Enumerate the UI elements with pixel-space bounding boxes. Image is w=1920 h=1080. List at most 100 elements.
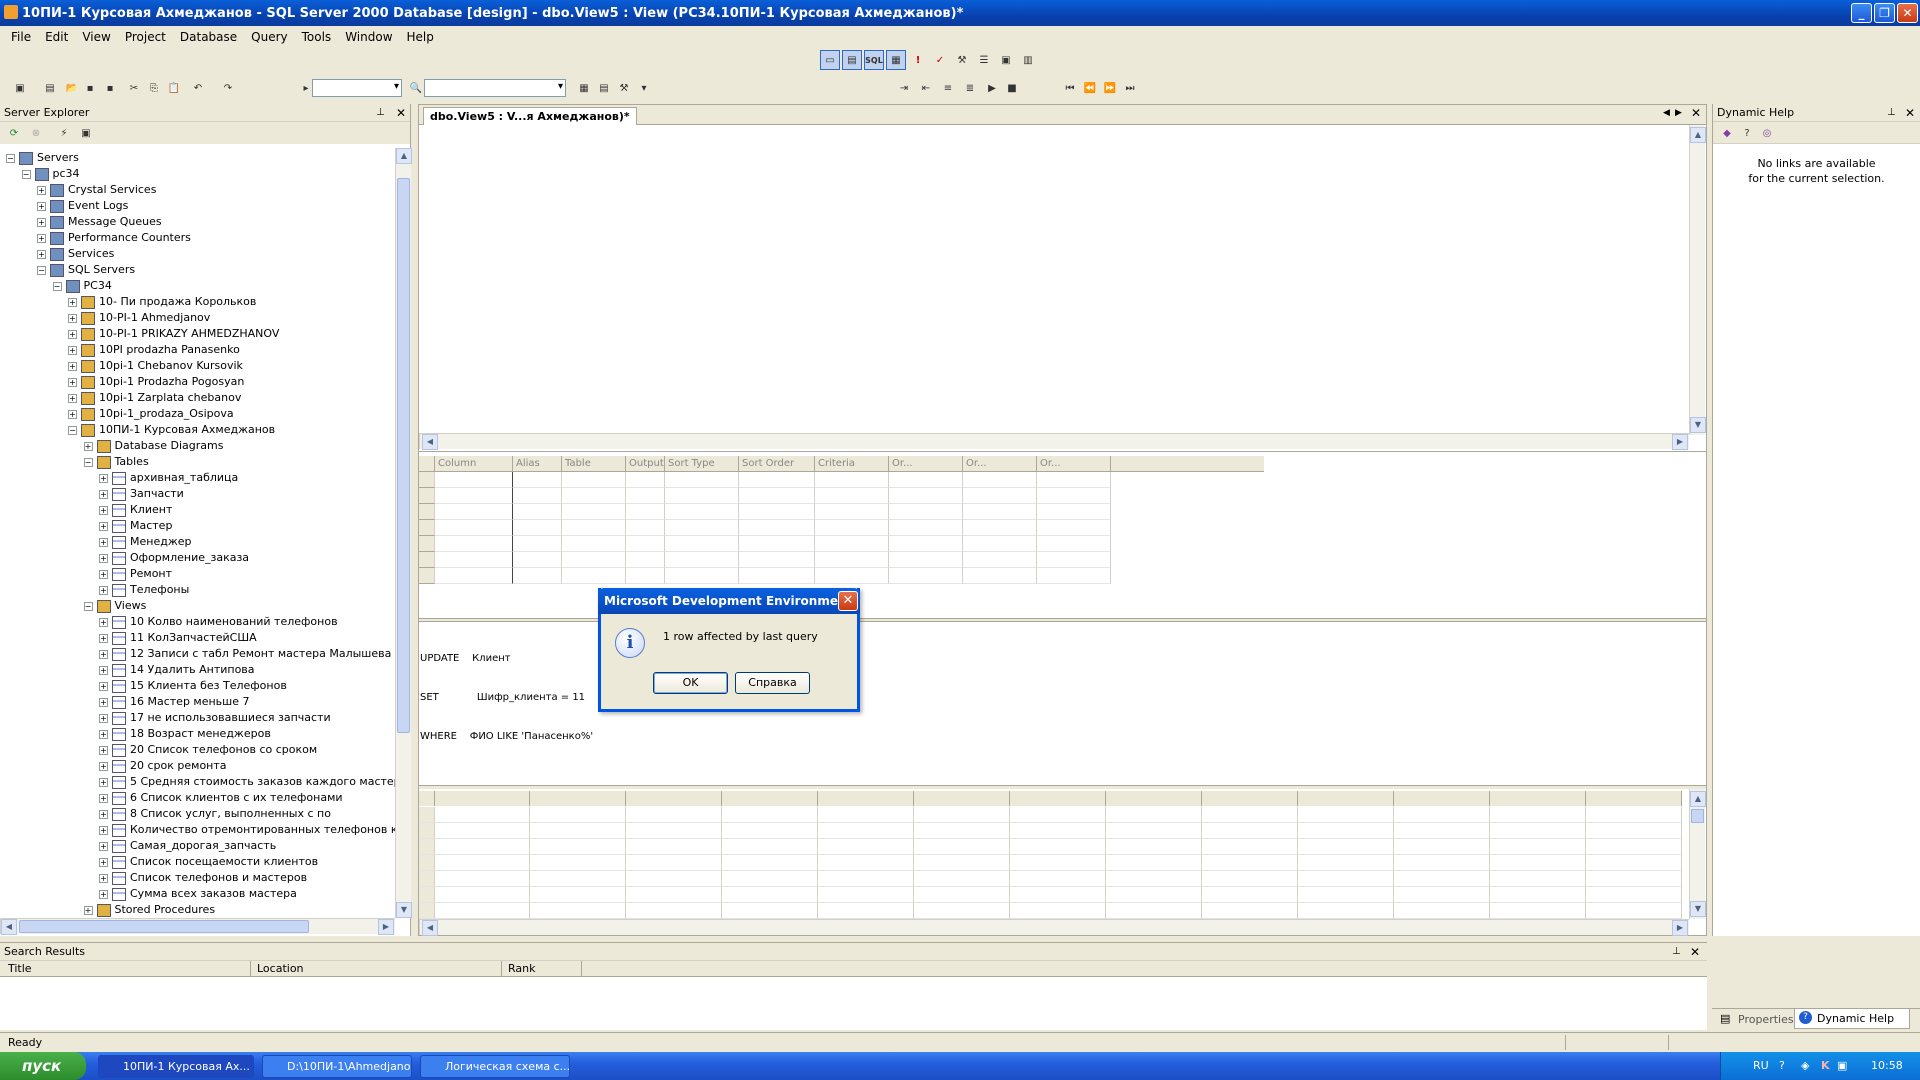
tree-node[interactable]: +10- Пи продажа Корольков [68,294,256,310]
grid-cell[interactable] [626,568,665,584]
grid-cell[interactable] [665,504,739,520]
diagram-vertical-scrollbar[interactable]: ▲ ▼ [1689,125,1706,435]
expand-icon[interactable]: + [99,857,108,867]
scroll-left-icon[interactable]: ◀ [422,920,438,936]
tree-node[interactable]: + Event Logs [37,198,128,214]
result-cell[interactable] [1490,887,1586,903]
tree-node[interactable]: +5 Средняя стоимость заказов каждого мас… [99,774,395,790]
grid-cell[interactable] [562,568,626,584]
grid-cell[interactable] [815,504,889,520]
tree-node[interactable]: +6 Список клиентов с их телефонами [99,790,343,806]
save-all-icon[interactable]: ▪ [100,78,120,98]
pin-icon[interactable]: ⊥ [1887,107,1896,118]
results-vertical-scrollbar[interactable]: ▲ ▼ [1689,789,1706,919]
network-tray-icon[interactable]: ▣ [1837,1052,1847,1080]
column-header[interactable]: Rank [502,961,582,977]
grid-cell[interactable] [963,472,1037,488]
grid-cell[interactable] [562,472,626,488]
grid-cell[interactable] [435,536,513,552]
grid-cell[interactable] [562,504,626,520]
tree-node[interactable]: + Список посещаемости клиентов [99,854,318,870]
tree-node[interactable]: + Самая_дорогая_запчасть [99,838,276,854]
result-cell[interactable] [1010,823,1106,839]
configuration-combo[interactable] [312,79,402,97]
grid-cell[interactable] [889,552,963,568]
result-cell[interactable] [435,887,530,903]
grid-cell[interactable] [513,568,562,584]
result-cell[interactable] [1202,855,1298,871]
row-selector[interactable] [419,855,435,871]
expand-icon[interactable]: + [68,329,77,339]
expand-icon[interactable]: + [99,633,108,643]
menu-project[interactable]: Project [118,30,173,44]
ok-button[interactable]: OK [653,672,728,694]
grid-cell[interactable] [815,536,889,552]
expand-icon[interactable]: + [99,889,108,899]
minimize-button[interactable]: _ [1851,3,1872,23]
result-cell[interactable] [914,903,1010,919]
grid-cell[interactable] [513,472,562,488]
scroll-thumb[interactable] [397,178,410,733]
tree-node[interactable]: +10PI prodazha Panasenko [68,342,240,358]
expand-icon[interactable]: + [99,777,108,787]
result-cell[interactable] [530,823,626,839]
collapse-icon[interactable]: − [83,601,93,611]
result-cell[interactable] [626,823,722,839]
stop-icon[interactable]: ■ [1002,78,1022,98]
tree-node[interactable]: +10 Колво наименований телефонов [99,614,338,630]
row-selector[interactable] [419,823,435,839]
result-cell[interactable] [626,855,722,871]
tree-node[interactable]: +10-PI-1 PRIKAZY AHMEDZHANOV [68,326,279,342]
expand-icon[interactable]: + [99,761,108,771]
expand-icon[interactable]: + [68,409,77,419]
result-cell[interactable] [435,871,530,887]
grid-cell[interactable] [1037,520,1111,536]
scroll-up-icon[interactable]: ▲ [1690,791,1706,807]
dialog-close-button[interactable]: ✕ [838,591,858,611]
grid-cell[interactable] [889,504,963,520]
grid-cell[interactable] [815,520,889,536]
taskbar-item[interactable]: Логическая схема с... [420,1055,570,1078]
menu-window[interactable]: Window [338,30,399,44]
tree-node[interactable]: +12 Записи с табл Ремонт мастера Малышев… [99,646,391,662]
grid-cell[interactable] [739,472,815,488]
expand-icon[interactable]: + [68,393,77,403]
result-cell[interactable] [914,839,1010,855]
result-cell[interactable] [914,823,1010,839]
result-cell[interactable] [1586,807,1682,823]
result-cell[interactable] [1010,855,1106,871]
result-cell[interactable] [530,855,626,871]
grid-cell[interactable] [739,552,815,568]
result-cell[interactable] [435,807,530,823]
grid-cell[interactable] [889,472,963,488]
save-icon[interactable]: ▪ [80,78,100,98]
tree-node[interactable]: + архивная_таблица [99,470,238,486]
result-cell[interactable] [818,887,914,903]
scroll-right-icon[interactable]: ▶ [1672,920,1688,936]
result-cell[interactable] [1106,823,1202,839]
scroll-right-icon[interactable]: ▶ [378,919,394,935]
tree-node[interactable]: +8 Список услуг, выполненных с по [99,806,331,822]
tree-horizontal-scrollbar[interactable]: ◀ ▶ [0,918,395,935]
rewind-icon[interactable]: ⏪ [1080,78,1100,98]
result-cell[interactable] [1298,807,1394,823]
result-cell[interactable] [1394,903,1490,919]
tree-node[interactable]: − Views [83,598,146,614]
grid-cell[interactable] [665,552,739,568]
result-cell[interactable] [1106,903,1202,919]
result-cell[interactable] [1490,855,1586,871]
column-header[interactable]: Location [251,961,502,977]
menu-view[interactable]: View [75,30,117,44]
sql-pane-icon[interactable]: SQL [864,50,884,70]
tree-node[interactable]: − 10ПИ-1 Курсовая Ахмеджанов [68,422,275,438]
result-cell[interactable] [722,871,818,887]
grid-body[interactable] [419,472,1264,584]
grid-cell[interactable] [963,488,1037,504]
tree-node[interactable]: + Менеджер [99,534,191,550]
tree-node[interactable]: +10pi-1 Chebanov Kursovik [68,358,243,374]
expand-icon[interactable]: + [99,585,108,595]
result-cell[interactable] [818,823,914,839]
collapse-icon[interactable]: − [83,457,93,467]
grid-cell[interactable] [815,552,889,568]
result-cell[interactable] [914,855,1010,871]
